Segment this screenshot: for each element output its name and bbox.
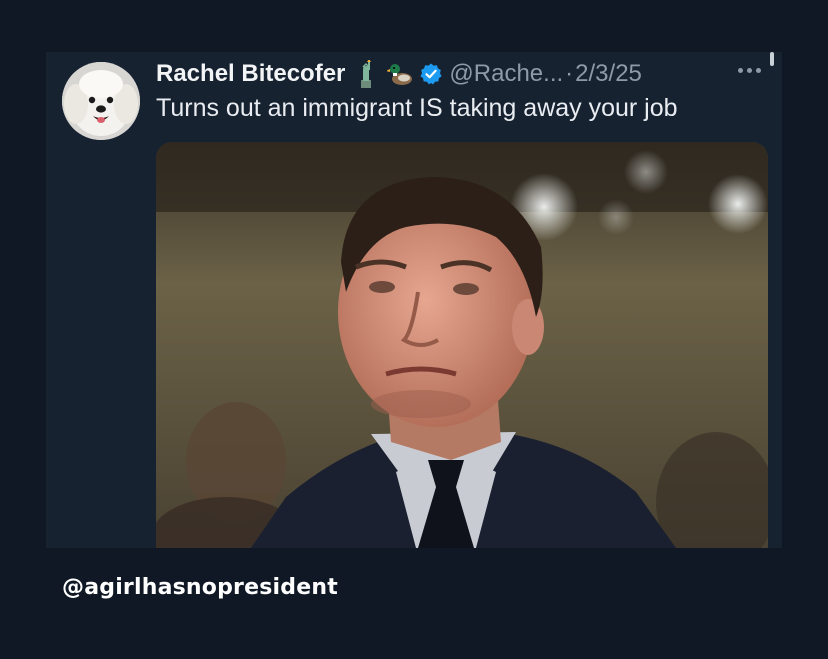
dog-avatar-icon bbox=[62, 62, 140, 140]
post-date[interactable]: 2/3/25 bbox=[575, 60, 642, 88]
post-text: Turns out an immigrant IS taking away yo… bbox=[156, 94, 678, 122]
scrollbar-thumb[interactable] bbox=[770, 52, 774, 66]
statue-of-liberty-icon bbox=[353, 59, 379, 88]
screenshot-frame: Rachel Bitecofer @Rache... · 2/3/25 Turn… bbox=[0, 0, 828, 659]
post-photo[interactable] bbox=[156, 142, 768, 548]
author-avatar[interactable] bbox=[62, 62, 140, 140]
verified-badge-icon[interactable] bbox=[419, 62, 443, 86]
duck-icon bbox=[386, 60, 413, 88]
author-name[interactable]: Rachel Bitecofer bbox=[156, 60, 345, 88]
more-options-icon[interactable] bbox=[738, 66, 764, 74]
photo-icon bbox=[156, 142, 768, 548]
watermark-text: @agirlhasnopresident bbox=[62, 575, 338, 600]
tweet-card[interactable]: Rachel Bitecofer @Rache... · 2/3/25 Turn… bbox=[46, 52, 782, 548]
separator-dot: · bbox=[565, 60, 574, 87]
author-handle[interactable]: @Rache... bbox=[449, 60, 563, 88]
post-header: Rachel Bitecofer @Rache... · 2/3/25 bbox=[156, 56, 766, 92]
